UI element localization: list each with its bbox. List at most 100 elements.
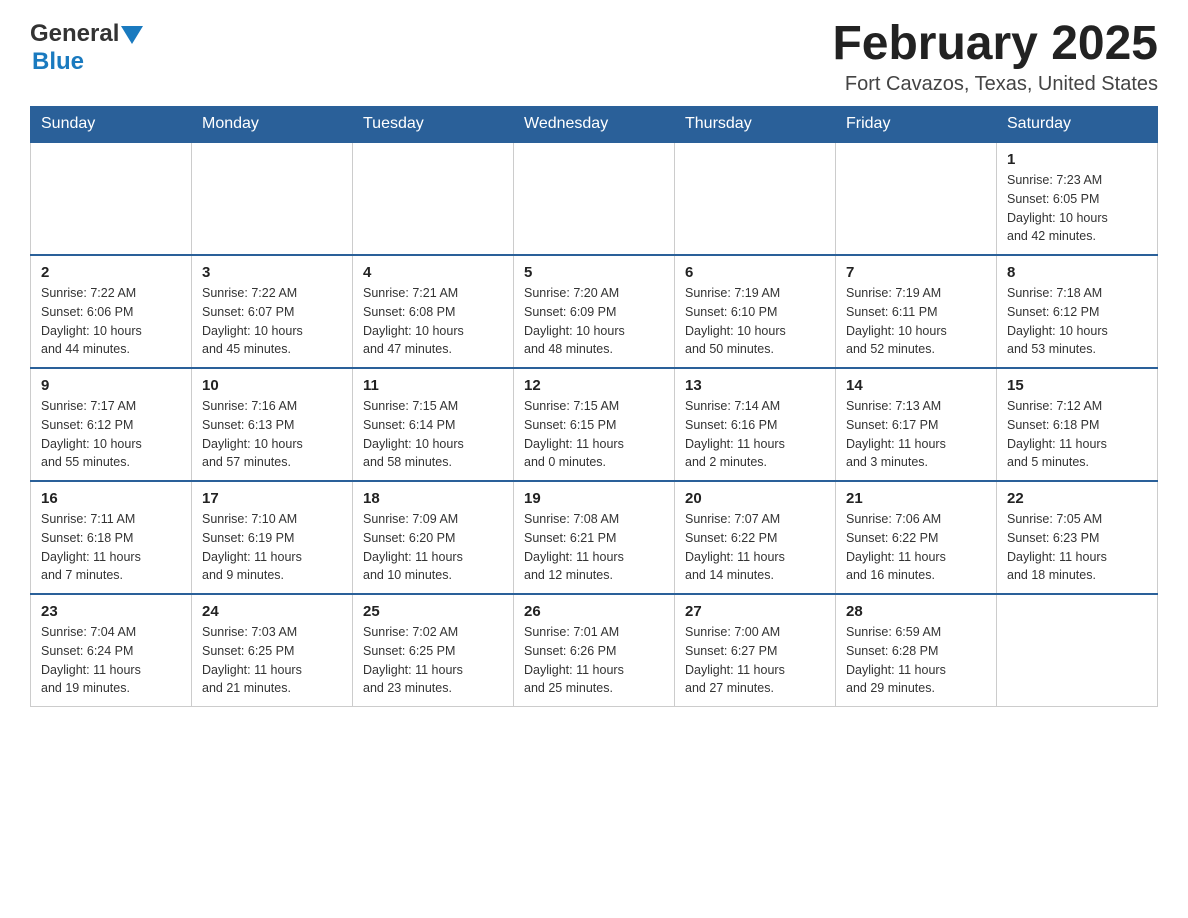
day-number: 10 xyxy=(202,377,342,394)
day-number: 7 xyxy=(846,264,986,281)
calendar-day-cell: 5 Sunrise: 7:20 AM Sunset: 6:09 PM Daylig… xyxy=(514,255,675,368)
day-of-week-header: Saturday xyxy=(997,107,1158,143)
day-number: 19 xyxy=(524,490,664,507)
day-info: Sunrise: 7:23 AM Sunset: 6:05 PM Dayligh… xyxy=(1007,171,1147,246)
day-info: Sunrise: 7:18 AM Sunset: 6:12 PM Dayligh… xyxy=(1007,284,1147,359)
calendar-day-cell xyxy=(31,142,192,255)
day-info: Sunrise: 7:04 AM Sunset: 6:24 PM Dayligh… xyxy=(41,623,181,698)
day-number: 14 xyxy=(846,377,986,394)
calendar-day-cell: 15 Sunrise: 7:12 AM Sunset: 6:18 PM Dayli… xyxy=(997,368,1158,481)
calendar-day-cell: 1 Sunrise: 7:23 AM Sunset: 6:05 PM Daylig… xyxy=(997,142,1158,255)
day-info: Sunrise: 7:11 AM Sunset: 6:18 PM Dayligh… xyxy=(41,510,181,585)
calendar-day-cell: 8 Sunrise: 7:18 AM Sunset: 6:12 PM Daylig… xyxy=(997,255,1158,368)
calendar-day-cell: 12Sunrise: 7:15 AM Sunset: 6:15 PM Dayli… xyxy=(514,368,675,481)
day-number: 27 xyxy=(685,603,825,620)
calendar-day-cell xyxy=(836,142,997,255)
calendar-day-cell: 16 Sunrise: 7:11 AM Sunset: 6:18 PM Dayli… xyxy=(31,481,192,594)
calendar-day-cell xyxy=(675,142,836,255)
calendar-day-cell: 14 Sunrise: 7:13 AM Sunset: 6:17 PM Dayli… xyxy=(836,368,997,481)
calendar-day-cell xyxy=(997,594,1158,707)
day-info: Sunrise: 7:01 AM Sunset: 6:26 PM Dayligh… xyxy=(524,623,664,698)
calendar-day-cell: 27 Sunrise: 7:00 AM Sunset: 6:27 PM Dayli… xyxy=(675,594,836,707)
calendar-day-cell: 19Sunrise: 7:08 AM Sunset: 6:21 PM Dayli… xyxy=(514,481,675,594)
calendar-day-cell: 28Sunrise: 6:59 AM Sunset: 6:28 PM Dayli… xyxy=(836,594,997,707)
calendar-day-cell: 6 Sunrise: 7:19 AM Sunset: 6:10 PM Daylig… xyxy=(675,255,836,368)
logo-triangle-icon xyxy=(121,26,143,44)
day-number: 9 xyxy=(41,377,181,394)
day-of-week-header: Sunday xyxy=(31,107,192,143)
page-header: General Blue February 2025 Fort Cavazos,… xyxy=(30,20,1158,96)
month-title: February 2025 xyxy=(832,20,1158,68)
calendar-day-cell xyxy=(192,142,353,255)
calendar-day-cell: 4 Sunrise: 7:21 AM Sunset: 6:08 PM Daylig… xyxy=(353,255,514,368)
day-number: 13 xyxy=(685,377,825,394)
day-number: 6 xyxy=(685,264,825,281)
calendar-day-cell: 11 Sunrise: 7:15 AM Sunset: 6:14 PM Dayli… xyxy=(353,368,514,481)
calendar-day-cell: 13 Sunrise: 7:14 AM Sunset: 6:16 PM Dayli… xyxy=(675,368,836,481)
calendar-day-cell: 21 Sunrise: 7:06 AM Sunset: 6:22 PM Dayli… xyxy=(836,481,997,594)
day-number: 5 xyxy=(524,264,664,281)
day-info: Sunrise: 7:09 AM Sunset: 6:20 PM Dayligh… xyxy=(363,510,503,585)
calendar-day-cell: 18 Sunrise: 7:09 AM Sunset: 6:20 PM Dayli… xyxy=(353,481,514,594)
day-info: Sunrise: 7:16 AM Sunset: 6:13 PM Dayligh… xyxy=(202,397,342,472)
day-info: Sunrise: 7:05 AM Sunset: 6:23 PM Dayligh… xyxy=(1007,510,1147,585)
calendar-day-cell: 9 Sunrise: 7:17 AM Sunset: 6:12 PM Daylig… xyxy=(31,368,192,481)
day-number: 21 xyxy=(846,490,986,507)
day-info: Sunrise: 7:21 AM Sunset: 6:08 PM Dayligh… xyxy=(363,284,503,359)
calendar-day-cell: 17Sunrise: 7:10 AM Sunset: 6:19 PM Dayli… xyxy=(192,481,353,594)
day-number: 28 xyxy=(846,603,986,620)
calendar-week-row: 2Sunrise: 7:22 AM Sunset: 6:06 PM Daylig… xyxy=(31,255,1158,368)
calendar-day-cell: 10 Sunrise: 7:16 AM Sunset: 6:13 PM Dayli… xyxy=(192,368,353,481)
day-of-week-header: Friday xyxy=(836,107,997,143)
day-info: Sunrise: 7:19 AM Sunset: 6:11 PM Dayligh… xyxy=(846,284,986,359)
day-number: 2 xyxy=(41,264,181,281)
calendar-day-cell xyxy=(514,142,675,255)
day-info: Sunrise: 7:17 AM Sunset: 6:12 PM Dayligh… xyxy=(41,397,181,472)
day-number: 16 xyxy=(41,490,181,507)
calendar-day-cell: 25 Sunrise: 7:02 AM Sunset: 6:25 PM Dayli… xyxy=(353,594,514,707)
day-number: 11 xyxy=(363,377,503,394)
day-number: 25 xyxy=(363,603,503,620)
day-number: 3 xyxy=(202,264,342,281)
logo-blue-text: Blue xyxy=(32,48,84,76)
calendar-week-row: 16 Sunrise: 7:11 AM Sunset: 6:18 PM Dayli… xyxy=(31,481,1158,594)
day-info: Sunrise: 7:03 AM Sunset: 6:25 PM Dayligh… xyxy=(202,623,342,698)
calendar-day-cell: 7 Sunrise: 7:19 AM Sunset: 6:11 PM Daylig… xyxy=(836,255,997,368)
day-number: 1 xyxy=(1007,151,1147,168)
day-number: 22 xyxy=(1007,490,1147,507)
day-info: Sunrise: 7:15 AM Sunset: 6:14 PM Dayligh… xyxy=(363,397,503,472)
calendar-week-row: 1 Sunrise: 7:23 AM Sunset: 6:05 PM Daylig… xyxy=(31,142,1158,255)
calendar-header-row: SundayMondayTuesdayWednesdayThursdayFrid… xyxy=(31,107,1158,143)
day-info: Sunrise: 7:19 AM Sunset: 6:10 PM Dayligh… xyxy=(685,284,825,359)
day-number: 24 xyxy=(202,603,342,620)
calendar-day-cell: 2Sunrise: 7:22 AM Sunset: 6:06 PM Daylig… xyxy=(31,255,192,368)
day-of-week-header: Wednesday xyxy=(514,107,675,143)
day-info: Sunrise: 7:06 AM Sunset: 6:22 PM Dayligh… xyxy=(846,510,986,585)
calendar-week-row: 23 Sunrise: 7:04 AM Sunset: 6:24 PM Dayli… xyxy=(31,594,1158,707)
day-info: Sunrise: 7:14 AM Sunset: 6:16 PM Dayligh… xyxy=(685,397,825,472)
day-number: 8 xyxy=(1007,264,1147,281)
day-number: 15 xyxy=(1007,377,1147,394)
calendar-day-cell: 26Sunrise: 7:01 AM Sunset: 6:26 PM Dayli… xyxy=(514,594,675,707)
day-number: 18 xyxy=(363,490,503,507)
day-info: Sunrise: 7:07 AM Sunset: 6:22 PM Dayligh… xyxy=(685,510,825,585)
day-info: Sunrise: 7:10 AM Sunset: 6:19 PM Dayligh… xyxy=(202,510,342,585)
location-text: Fort Cavazos, Texas, United States xyxy=(832,73,1158,96)
day-info: Sunrise: 7:13 AM Sunset: 6:17 PM Dayligh… xyxy=(846,397,986,472)
day-info: Sunrise: 7:00 AM Sunset: 6:27 PM Dayligh… xyxy=(685,623,825,698)
calendar-day-cell: 20Sunrise: 7:07 AM Sunset: 6:22 PM Dayli… xyxy=(675,481,836,594)
day-info: Sunrise: 7:20 AM Sunset: 6:09 PM Dayligh… xyxy=(524,284,664,359)
day-info: Sunrise: 7:15 AM Sunset: 6:15 PM Dayligh… xyxy=(524,397,664,472)
day-of-week-header: Thursday xyxy=(675,107,836,143)
calendar-day-cell: 3 Sunrise: 7:22 AM Sunset: 6:07 PM Daylig… xyxy=(192,255,353,368)
day-info: Sunrise: 7:22 AM Sunset: 6:07 PM Dayligh… xyxy=(202,284,342,359)
day-number: 23 xyxy=(41,603,181,620)
day-info: Sunrise: 7:12 AM Sunset: 6:18 PM Dayligh… xyxy=(1007,397,1147,472)
logo: General Blue xyxy=(30,20,143,76)
day-of-week-header: Monday xyxy=(192,107,353,143)
calendar-table: SundayMondayTuesdayWednesdayThursdayFrid… xyxy=(30,106,1158,707)
calendar-week-row: 9 Sunrise: 7:17 AM Sunset: 6:12 PM Daylig… xyxy=(31,368,1158,481)
day-number: 4 xyxy=(363,264,503,281)
logo-general-text: General xyxy=(30,20,119,48)
day-info: Sunrise: 7:02 AM Sunset: 6:25 PM Dayligh… xyxy=(363,623,503,698)
